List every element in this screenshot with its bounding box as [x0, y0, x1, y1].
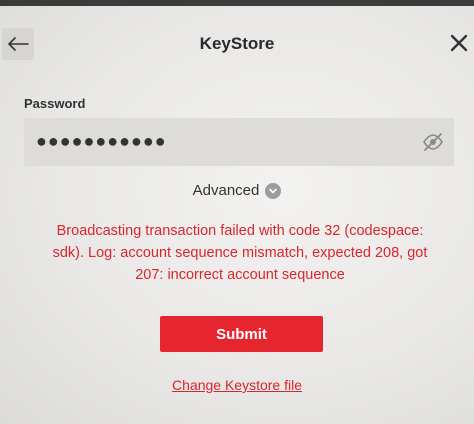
change-keystore-link[interactable]: Change Keystore file	[0, 377, 474, 393]
chevron-down-icon	[265, 182, 282, 199]
error-message: Broadcasting transaction failed with cod…	[52, 223, 428, 283]
top-bezel	[0, 0, 474, 6]
password-visibility-toggle[interactable]	[422, 132, 444, 152]
header: KeyStore	[0, 22, 474, 66]
password-label: Password	[24, 96, 86, 111]
submit-button[interactable]: Submit	[160, 316, 323, 352]
password-input[interactable]	[34, 130, 398, 153]
close-icon	[450, 34, 468, 52]
keystore-screen: KeyStore Password Advanced Broadcasting …	[0, 0, 474, 424]
password-field-container	[24, 118, 454, 166]
close-button[interactable]	[450, 34, 472, 56]
advanced-toggle[interactable]: Advanced	[0, 182, 474, 199]
eye-off-icon	[423, 133, 443, 151]
page-title: KeyStore	[199, 34, 275, 53]
advanced-label: Advanced	[192, 182, 260, 199]
